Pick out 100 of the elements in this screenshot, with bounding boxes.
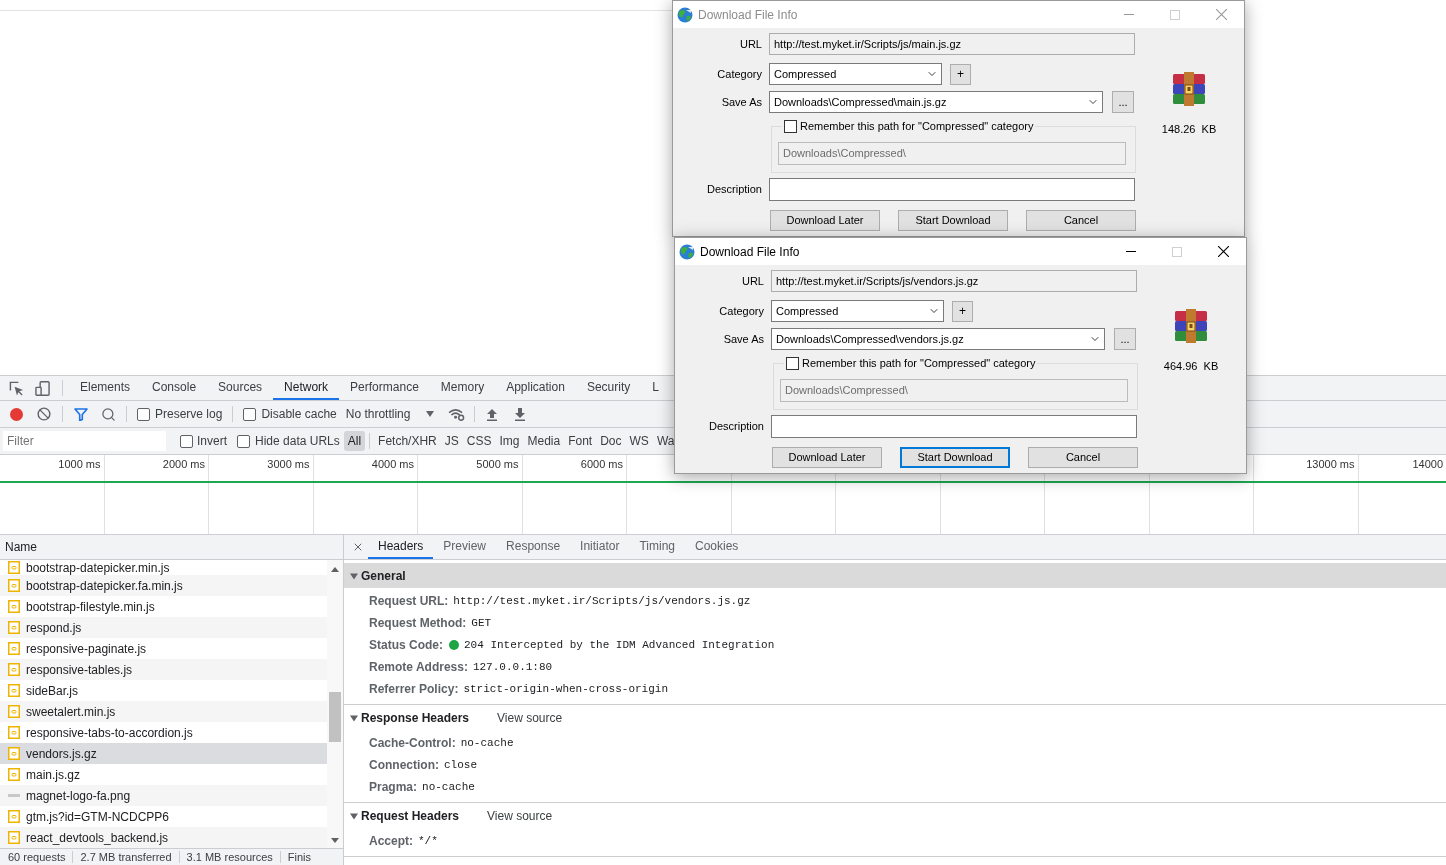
field-label: URL [739,36,762,52]
tick-label: 5000 ms [476,456,519,472]
panel-tab[interactable]: Console [141,376,208,400]
script-file-icon [8,705,20,718]
url-field[interactable]: http://test.myket.ir/Scripts/js/vendors.js.gz [771,270,1137,292]
script-file-icon [8,831,20,844]
dialog-button[interactable]: Start Download [900,446,1010,468]
tick-label: 4000 ms [371,456,414,472]
filter-field[interactable]: Filter [3,431,166,451]
panel-tab[interactable]: Sources [207,376,274,400]
checkbox[interactable] [784,119,797,133]
type-filter-button[interactable]: Media [523,431,565,451]
header-key: Connection: [369,756,439,774]
request-row[interactable]: vendors.js.gz [0,743,327,764]
checkbox[interactable] [180,434,193,448]
status-text: 2.7 MB transferred [80,849,172,865]
checkbox-label[interactable]: Hide data URLs [255,432,340,450]
request-row[interactable]: magnet-logo-fa.png [0,785,327,806]
throttling-dropdown[interactable]: No throttling [345,404,435,424]
type-filter-button[interactable]: All [343,431,366,451]
description-field[interactable] [771,414,1137,438]
type-filter-button[interactable]: JS [440,431,463,451]
checkbox-label[interactable]: Invert [197,432,227,450]
checkbox[interactable] [243,407,257,421]
checkbox-label[interactable]: Disable cache [261,405,337,423]
status-text: 60 requests [8,849,66,865]
file-size: 464.96 KB [1163,359,1219,374]
browse-button[interactable]: ... [1112,91,1134,113]
view-source-link[interactable]: View source [487,806,553,825]
type-filter-button[interactable]: Doc [596,431,626,451]
header-value: 204 Intercepted by the IDM Advanced Integration [464,637,775,653]
details-tab[interactable]: Timing [629,535,685,559]
tick-label: 13000 ms [1306,456,1355,472]
panel-tab[interactable]: L [641,376,659,400]
save-as-combobox[interactable]: Downloads\Compressed\vendors.js.gz [771,328,1105,350]
save-as-combobox[interactable]: Downloads\Compressed\main.js.gz [769,91,1103,113]
maximize-icon [1172,246,1182,257]
script-file-icon [8,579,20,592]
checkbox[interactable] [237,434,250,448]
scrollbar[interactable] [327,560,343,848]
url-field[interactable]: http://test.myket.ir/Scripts/js/main.js.gz [769,33,1135,55]
status-text: Finis [287,849,311,865]
add-category-button[interactable]: + [952,300,973,322]
request-row[interactable]: bootstrap-datepicker.fa.min.js [0,575,327,596]
type-filter-button[interactable]: WS [625,431,653,451]
checkbox-label[interactable]: Preserve log [155,405,223,423]
checkbox[interactable] [137,407,150,421]
script-file-icon [8,726,20,739]
category-dropdown[interactable]: Compressed [771,300,944,322]
panel-tab[interactable]: Memory [429,376,496,400]
download-icon [514,407,527,421]
header-key: Cache-Control: [369,734,456,752]
dialog-button[interactable]: Cancel [1028,446,1138,468]
caret-icon [426,411,435,417]
dialog-button[interactable]: Start Download [898,209,1008,231]
dialog-button[interactable]: Download Later [770,209,880,231]
globe-icon [679,243,695,260]
section-toggle[interactable]: General [350,563,406,588]
type-filter-button[interactable]: CSS [462,431,496,451]
section-toggle[interactable]: Request Headers [350,803,460,828]
scrollbar-thumb[interactable] [329,692,341,742]
type-filter-button[interactable]: Fetch/XHR [374,431,441,451]
header-value: no-cache [460,735,514,751]
description-field[interactable] [769,177,1135,201]
category-dropdown[interactable]: Compressed [769,63,942,85]
column-header[interactable]: Name [5,538,37,556]
details-tab[interactable]: Cookies [685,535,749,559]
details-tab[interactable]: Response [496,535,571,559]
request-row[interactable]: react_devtools_backend.js [0,827,327,848]
panel-tab[interactable]: Security [575,376,642,400]
browse-button[interactable]: ... [1114,328,1136,350]
details-tab[interactable]: Headers [368,535,434,559]
dialog-button[interactable]: Download Later [772,446,882,468]
type-filter-button[interactable]: Img [495,431,524,451]
script-file-icon [8,621,20,634]
panel-tab[interactable]: Performance [339,376,430,400]
checkbox[interactable] [786,356,799,370]
dialog-button[interactable]: Cancel [1026,209,1136,231]
header-key: Accept: [369,832,413,850]
script-file-icon [8,768,20,781]
tick-label: 1000 ms [58,456,101,472]
path-field: Downloads\Compressed\ [778,141,1126,165]
maximize-icon [1170,9,1180,20]
section-toggle[interactable]: Response Headers [350,705,470,730]
panel-tab[interactable]: Elements [69,376,142,400]
type-filter-button[interactable]: Font [564,431,597,451]
header-value: http://test.myket.ir/Scripts/js/vendors.js.gz [453,593,751,609]
view-source-link[interactable]: View source [497,708,563,727]
request-row[interactable]: respond.js [0,617,327,638]
checkbox-label[interactable]: Remember this path for "Compressed" category [800,118,1034,135]
details-tab[interactable]: Initiator [570,535,630,559]
type-filter-button[interactable]: Wa [652,431,675,451]
add-category-button[interactable]: + [950,63,971,85]
request-row[interactable]: sweetalert.min.js [0,701,327,722]
details-tab[interactable]: Preview [433,535,497,559]
checkbox-label[interactable]: Remember this path for "Compressed" category [802,355,1036,372]
panel-tab[interactable]: Application [495,376,576,400]
request-row[interactable]: responsive-tables.js [0,659,327,680]
clear-icon [37,407,51,421]
script-file-icon [8,600,20,613]
